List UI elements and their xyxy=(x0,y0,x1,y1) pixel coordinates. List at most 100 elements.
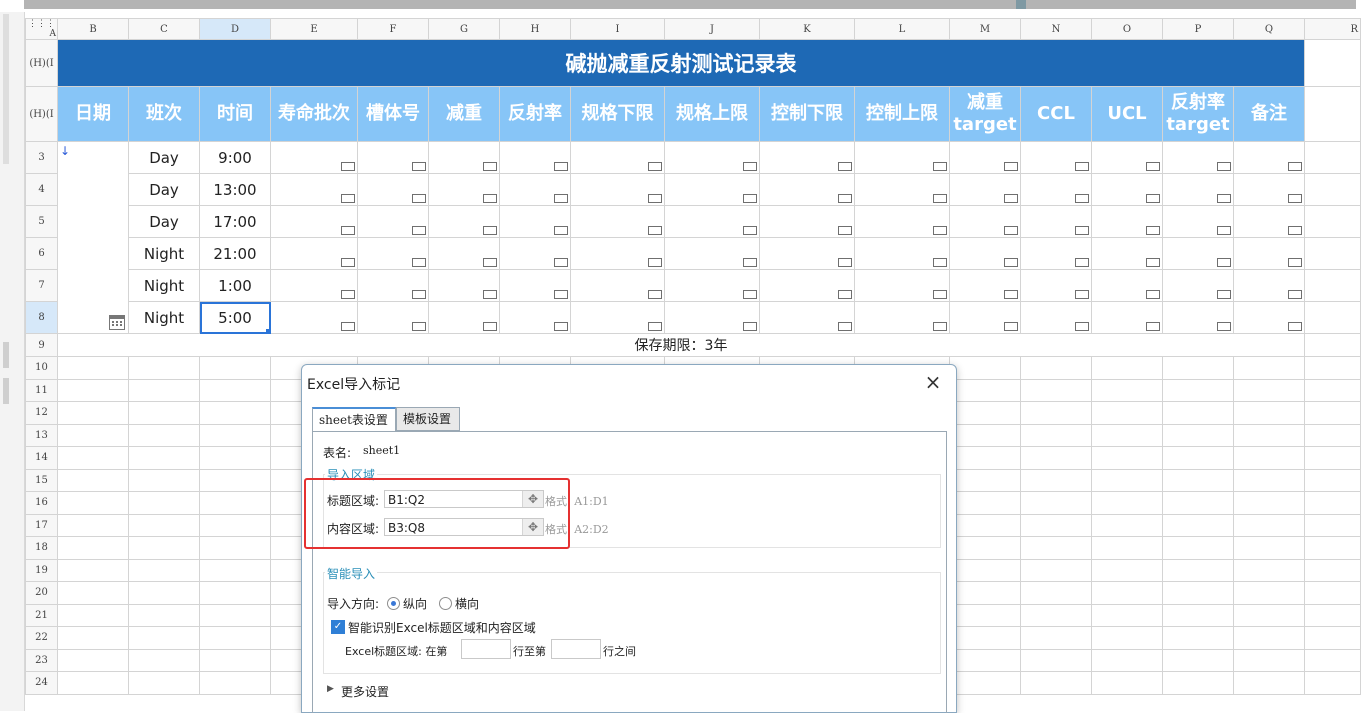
input-box-icon[interactable] xyxy=(1004,322,1018,331)
cell[interactable] xyxy=(57,558,129,582)
input-box-icon[interactable] xyxy=(554,290,568,299)
cell[interactable] xyxy=(1304,205,1361,238)
input-box-icon[interactable] xyxy=(648,226,662,235)
input-cell[interactable] xyxy=(357,205,429,238)
cell[interactable] xyxy=(1091,491,1163,515)
horizontal-scrollbar[interactable] xyxy=(0,0,1370,12)
scrollbar-track[interactable] xyxy=(24,0,1356,9)
row-header[interactable]: 19 xyxy=(25,558,58,582)
input-cell[interactable] xyxy=(1162,237,1234,270)
cell[interactable] xyxy=(128,513,200,537)
input-box-icon[interactable] xyxy=(743,194,757,203)
input-box-icon[interactable] xyxy=(1288,290,1302,299)
column-header[interactable]: E xyxy=(270,18,358,40)
time-cell[interactable]: 1:00 xyxy=(199,269,271,302)
input-box-icon[interactable] xyxy=(743,162,757,171)
input-box-icon[interactable] xyxy=(743,290,757,299)
input-cell[interactable] xyxy=(1020,237,1092,270)
cell[interactable] xyxy=(1020,513,1092,537)
column-title[interactable]: 备注 xyxy=(1233,86,1305,142)
cell[interactable] xyxy=(949,603,1021,627)
cell[interactable] xyxy=(128,491,200,515)
shift-cell[interactable]: Day xyxy=(128,141,200,174)
row-header[interactable]: 11 xyxy=(25,378,58,402)
cell[interactable] xyxy=(57,603,129,627)
cell[interactable] xyxy=(1162,626,1234,650)
row-header[interactable]: 3 xyxy=(25,141,58,174)
cell[interactable] xyxy=(949,468,1021,492)
input-box-icon[interactable] xyxy=(554,322,568,331)
cell[interactable] xyxy=(949,491,1021,515)
input-cell[interactable] xyxy=(428,301,500,334)
cell[interactable] xyxy=(1020,536,1092,560)
input-box-icon[interactable] xyxy=(648,258,662,267)
cell[interactable] xyxy=(57,378,129,402)
cell[interactable] xyxy=(1020,401,1092,425)
input-box-icon[interactable] xyxy=(483,162,497,171)
cell[interactable] xyxy=(949,378,1021,402)
cell[interactable] xyxy=(128,603,200,627)
input-box-icon[interactable] xyxy=(554,162,568,171)
column-title[interactable]: CCL xyxy=(1020,86,1092,142)
input-box-icon[interactable] xyxy=(554,258,568,267)
cell[interactable] xyxy=(1304,141,1361,174)
cell[interactable] xyxy=(1162,648,1234,672)
input-cell[interactable] xyxy=(499,269,571,302)
row-header[interactable]: 14 xyxy=(25,446,58,470)
input-box-icon[interactable] xyxy=(933,322,947,331)
input-cell[interactable] xyxy=(1020,205,1092,238)
column-header[interactable]: M xyxy=(949,18,1021,40)
column-title[interactable]: 规格上限 xyxy=(664,86,760,142)
cell[interactable] xyxy=(1162,558,1234,582)
input-cell[interactable] xyxy=(570,269,665,302)
cell[interactable] xyxy=(949,401,1021,425)
input-cell[interactable] xyxy=(759,237,855,270)
input-cell[interactable] xyxy=(949,173,1021,206)
input-box-icon[interactable] xyxy=(412,258,426,267)
column-header[interactable]: I xyxy=(570,18,665,40)
input-cell[interactable] xyxy=(949,269,1021,302)
input-box-icon[interactable] xyxy=(838,194,852,203)
input-cell[interactable] xyxy=(759,301,855,334)
radio-vertical-label[interactable]: 纵向 xyxy=(403,595,427,612)
column-header[interactable]: N xyxy=(1020,18,1092,40)
input-cell[interactable] xyxy=(357,173,429,206)
input-box-icon[interactable] xyxy=(838,162,852,171)
input-cell[interactable] xyxy=(1162,141,1234,174)
cell[interactable] xyxy=(1091,581,1163,605)
input-cell[interactable] xyxy=(428,237,500,270)
cell[interactable] xyxy=(1162,671,1234,695)
column-header[interactable]: D xyxy=(199,18,271,40)
row-header[interactable]: 18 xyxy=(25,536,58,560)
input-cell[interactable] xyxy=(570,173,665,206)
input-cell[interactable] xyxy=(759,269,855,302)
input-cell[interactable] xyxy=(499,173,571,206)
input-cell[interactable] xyxy=(570,237,665,270)
cell[interactable] xyxy=(57,491,129,515)
input-box-icon[interactable] xyxy=(1075,162,1089,171)
cell[interactable] xyxy=(128,648,200,672)
cell[interactable] xyxy=(57,626,129,650)
cell[interactable] xyxy=(1162,491,1234,515)
cell[interactable] xyxy=(1304,626,1361,650)
cell[interactable] xyxy=(949,356,1021,380)
cell[interactable] xyxy=(1304,356,1361,380)
input-cell[interactable] xyxy=(428,173,500,206)
cell[interactable] xyxy=(1162,581,1234,605)
input-cell[interactable] xyxy=(759,205,855,238)
input-box-icon[interactable] xyxy=(483,226,497,235)
input-cell[interactable] xyxy=(854,141,950,174)
cell[interactable] xyxy=(1020,603,1092,627)
cell[interactable] xyxy=(1233,356,1305,380)
sheet-title[interactable]: 碱抛减重反射测试记录表 xyxy=(57,39,1305,87)
cell[interactable] xyxy=(1304,333,1361,357)
input-cell[interactable] xyxy=(664,205,760,238)
input-cell[interactable] xyxy=(1162,269,1234,302)
column-title[interactable]: UCL xyxy=(1091,86,1163,142)
cell[interactable] xyxy=(1091,423,1163,447)
cell[interactable] xyxy=(1162,378,1234,402)
column-title[interactable]: 槽体号 xyxy=(357,86,429,142)
cell[interactable] xyxy=(1304,581,1361,605)
cell[interactable] xyxy=(199,423,271,447)
cell[interactable] xyxy=(128,378,200,402)
